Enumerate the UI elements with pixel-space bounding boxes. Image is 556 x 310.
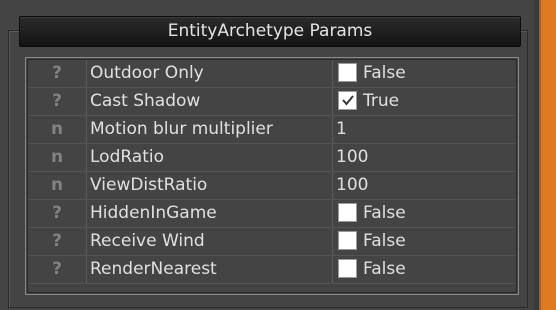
property-name[interactable]: Cast Shadow xyxy=(90,88,330,115)
bool-type-icon: ? xyxy=(28,88,87,115)
page: EntityArchetype Params ? Outdoor Only Fa… xyxy=(0,0,556,310)
property-name[interactable]: LodRatio xyxy=(90,144,330,171)
property-value[interactable]: False xyxy=(336,60,512,87)
checkbox-label: False xyxy=(363,203,406,223)
number-value: 100 xyxy=(336,147,369,167)
bool-type-icon: ? xyxy=(28,200,87,227)
column-divider xyxy=(332,60,333,87)
number-type-icon: n xyxy=(28,144,87,171)
checkbox-label: True xyxy=(363,91,400,111)
number-type-icon: n xyxy=(28,116,87,143)
cast-shadow-checkbox[interactable] xyxy=(338,91,357,110)
column-divider xyxy=(332,144,333,171)
number-value: 100 xyxy=(336,175,369,195)
column-divider xyxy=(332,200,333,227)
checkbox-label: False xyxy=(363,231,406,251)
column-divider xyxy=(332,88,333,115)
property-value-field[interactable]: 100 xyxy=(336,144,512,171)
property-name[interactable]: Outdoor Only xyxy=(90,60,330,87)
receive-wind-checkbox[interactable] xyxy=(338,231,357,250)
property-name[interactable]: HiddenInGame xyxy=(90,200,330,227)
properties-panel: EntityArchetype Params ? Outdoor Only Fa… xyxy=(0,0,534,310)
property-name[interactable]: Receive Wind xyxy=(90,228,330,255)
checkbox-label: False xyxy=(363,259,406,279)
viewport-accent-bar xyxy=(539,0,556,310)
property-row-render-nearest: ? RenderNearest False xyxy=(28,256,516,284)
hidden-in-game-checkbox[interactable] xyxy=(338,203,357,222)
property-row-hidden-in-game: ? HiddenInGame False xyxy=(28,200,516,228)
property-row-cast-shadow: ? Cast Shadow True xyxy=(28,88,516,116)
property-value[interactable]: True xyxy=(336,88,512,115)
property-row-receive-wind: ? Receive Wind False xyxy=(28,228,516,256)
property-row-lod-ratio: n LodRatio 100 xyxy=(28,144,516,172)
property-name[interactable]: ViewDistRatio xyxy=(90,172,330,199)
bool-type-icon: ? xyxy=(28,256,87,283)
column-divider xyxy=(332,172,333,199)
property-value-field[interactable]: 1 xyxy=(336,116,512,143)
column-divider xyxy=(332,228,333,255)
bool-type-icon: ? xyxy=(28,60,87,87)
checkmark-icon xyxy=(342,95,354,106)
property-name[interactable]: Motion blur multiplier xyxy=(90,116,330,143)
property-row-outdoor-only: ? Outdoor Only False xyxy=(28,60,516,88)
outdoor-only-checkbox[interactable] xyxy=(338,63,357,82)
number-type-icon: n xyxy=(28,172,87,199)
property-value[interactable]: False xyxy=(336,256,512,283)
bool-type-icon: ? xyxy=(28,228,87,255)
property-row-motion-blur-multiplier: n Motion blur multiplier 1 xyxy=(28,116,516,144)
rollout-header-button[interactable]: EntityArchetype Params xyxy=(19,16,521,47)
number-value: 1 xyxy=(336,119,347,139)
property-value-field[interactable]: 100 xyxy=(336,172,512,199)
render-nearest-checkbox[interactable] xyxy=(338,259,357,278)
property-grid: ? Outdoor Only False ? Cast Shadow True … xyxy=(25,57,519,295)
property-name[interactable]: RenderNearest xyxy=(90,256,330,283)
column-divider xyxy=(332,256,333,283)
checkbox-label: False xyxy=(363,63,406,83)
column-divider xyxy=(332,116,333,143)
property-value[interactable]: False xyxy=(336,200,512,227)
property-row-view-dist-ratio: n ViewDistRatio 100 xyxy=(28,172,516,200)
property-value[interactable]: False xyxy=(336,228,512,255)
